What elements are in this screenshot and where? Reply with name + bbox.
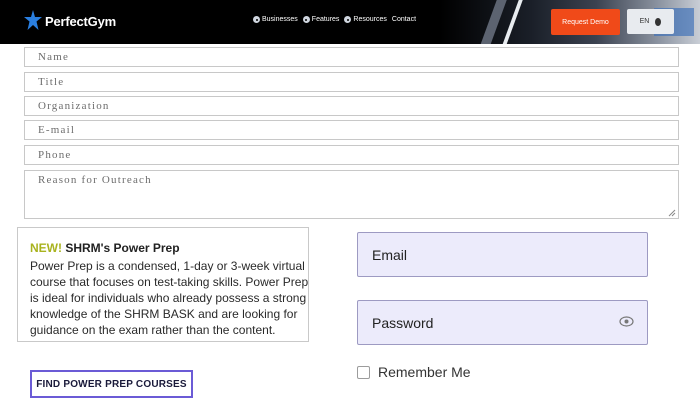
new-badge: NEW!	[30, 241, 62, 255]
globe-dot-icon	[253, 16, 260, 23]
nav-label: Businesses	[262, 16, 298, 23]
globe-dot-icon	[302, 16, 310, 23]
remember-checkbox[interactable]	[357, 365, 370, 379]
login-password-input[interactable]	[357, 300, 648, 345]
nav-item-contact[interactable]: Contact	[392, 16, 416, 23]
find-courses-button[interactable]: FIND POWER PREP COURSES	[30, 370, 193, 398]
nav-label: Features	[311, 16, 340, 23]
nav-item-resources[interactable]: Resources	[344, 16, 387, 23]
name-field[interactable]	[24, 47, 679, 67]
remember-me-row[interactable]: Remember Me	[357, 364, 471, 380]
nav-label: Resources	[353, 16, 387, 23]
main-nav: Businesses Features Resources Contact	[253, 16, 416, 23]
star-person-icon	[24, 10, 42, 30]
nav-item-features[interactable]: Features	[302, 16, 340, 23]
language-label: EN	[639, 18, 650, 25]
globe-dot-icon	[344, 16, 352, 23]
brand-name: PerfectGym	[45, 13, 116, 29]
promo-content: NEW! SHRM's Power Prep Power Prep is a c…	[30, 240, 315, 338]
nav-item-businesses[interactable]: Businesses	[253, 16, 298, 23]
nav-label: Contact	[391, 16, 417, 23]
organization-field[interactable]	[24, 96, 679, 116]
brand-logo[interactable]: PerfectGym	[24, 10, 116, 32]
promo-heading: NEW! SHRM's Power Prep	[30, 240, 315, 256]
remember-label: Remember Me	[378, 364, 471, 380]
title-field[interactable]	[24, 72, 679, 92]
request-demo-button[interactable]: Request Demo	[551, 9, 620, 35]
phone-field[interactable]	[24, 145, 679, 165]
login-email-input[interactable]	[357, 232, 648, 277]
promo-title: SHRM's Power Prep	[65, 241, 180, 255]
promo-description: Power Prep is a condensed, 1-day or 3-we…	[30, 259, 309, 337]
email-field[interactable]	[24, 120, 679, 140]
language-selector[interactable]: EN	[627, 9, 674, 34]
reason-textarea[interactable]	[24, 170, 679, 219]
globe-icon	[655, 17, 662, 26]
eye-icon[interactable]	[619, 315, 634, 328]
resize-grip-icon[interactable]	[668, 209, 676, 217]
top-navigation-bar: PerfectGym Businesses Features Resources…	[0, 0, 700, 44]
